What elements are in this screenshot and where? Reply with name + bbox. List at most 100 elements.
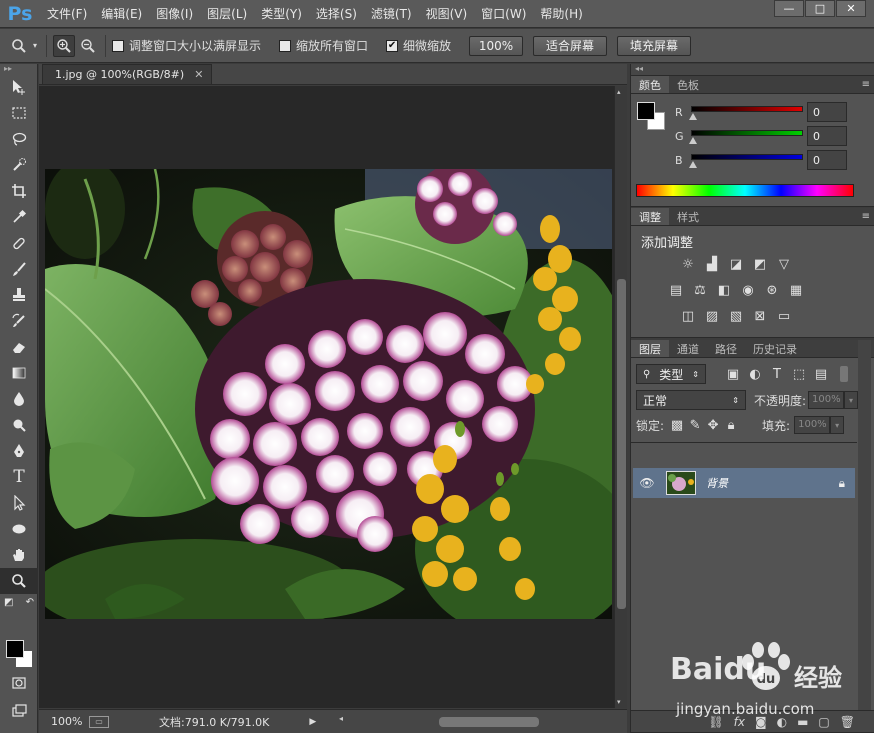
dock-grip-icon[interactable]: ◂◂ xyxy=(631,64,874,76)
filter-adjustment-icon[interactable]: ◐ xyxy=(746,365,764,383)
status-icon[interactable]: ▭ xyxy=(89,715,109,728)
minimize-icon[interactable]: — xyxy=(774,0,804,17)
filter-toggle[interactable] xyxy=(840,366,848,382)
fit-screen-button[interactable]: 适合屏幕 xyxy=(533,35,608,56)
crop-tool-icon[interactable] xyxy=(0,178,38,204)
photo-filter-icon[interactable]: ◉ xyxy=(739,281,757,299)
lock-position-icon[interactable]: ✥ xyxy=(704,416,722,434)
menu-view[interactable]: 视图(V) xyxy=(419,0,475,28)
resize-windows-checkbox[interactable]: 调整窗口大小以满屏显示 xyxy=(112,37,261,54)
scrollbar-thumb[interactable] xyxy=(439,717,539,727)
menu-window[interactable]: 窗口(W) xyxy=(474,0,533,28)
scroll-left-icon[interactable]: ◂ xyxy=(339,714,343,723)
tab-layers[interactable]: 图层 xyxy=(631,340,669,357)
levels-icon[interactable]: ▟ xyxy=(703,255,721,273)
eye-icon[interactable]: 👁︎ xyxy=(633,476,661,490)
type-tool-icon[interactable]: T xyxy=(0,464,38,490)
green-value-input[interactable]: 0 xyxy=(807,126,847,146)
hand-tool-icon[interactable] xyxy=(0,542,38,568)
status-menu-icon[interactable]: ▶ xyxy=(309,717,316,727)
path-selection-tool-icon[interactable] xyxy=(0,490,38,516)
layer-row-background[interactable]: 👁︎ 背景 🔒︎ xyxy=(633,468,855,498)
layer-filter-select[interactable]: ⚲ 类型 ⇕ xyxy=(636,364,706,384)
zoom-level[interactable]: 100% xyxy=(39,715,89,728)
ellipse-tool-icon[interactable] xyxy=(0,516,38,542)
marquee-tool-icon[interactable] xyxy=(0,100,38,126)
filter-smart-object-icon[interactable]: ▤ xyxy=(812,365,830,383)
menu-edit[interactable]: 编辑(E) xyxy=(94,0,149,28)
tab-styles[interactable]: 样式 xyxy=(669,208,707,225)
lock-transparent-icon[interactable]: ▩ xyxy=(668,416,686,434)
menu-select[interactable]: 选择(S) xyxy=(309,0,364,28)
swap-colors-icon[interactable]: ◩ ↶ xyxy=(0,594,38,610)
zoom-tool-icon[interactable] xyxy=(0,568,38,594)
blue-value-input[interactable]: 0 xyxy=(807,150,847,170)
vertical-scrollbar[interactable]: ▴ ▾ xyxy=(614,86,627,708)
threshold-icon[interactable]: ▧ xyxy=(727,307,745,325)
pen-tool-icon[interactable] xyxy=(0,438,38,464)
color-lookup-icon[interactable]: ▦ xyxy=(787,281,805,299)
swap-arrow-icon[interactable]: ↶ xyxy=(26,597,34,608)
filter-pixel-icon[interactable]: ▣ xyxy=(724,365,742,383)
chevron-down-icon[interactable]: ▾ xyxy=(844,391,859,409)
foreground-color-swatch[interactable] xyxy=(6,640,24,658)
blur-tool-icon[interactable] xyxy=(0,386,38,412)
brightness-contrast-icon[interactable]: ☼ xyxy=(679,255,697,273)
document-tab[interactable]: 1.jpg @ 100%(RGB/8#) ✕ xyxy=(42,64,213,84)
eyedropper-tool-icon[interactable] xyxy=(0,204,38,230)
vibrance-icon[interactable]: ▽ xyxy=(775,255,793,273)
curves-icon[interactable]: ◪ xyxy=(727,255,745,273)
menu-type[interactable]: 类型(Y) xyxy=(254,0,309,28)
channel-mixer-icon[interactable]: ⊛ xyxy=(763,281,781,299)
quick-mask-icon[interactable] xyxy=(0,670,38,696)
lasso-tool-icon[interactable] xyxy=(0,126,38,152)
panel-grip-icon[interactable]: ▸▸ xyxy=(0,64,37,74)
tab-adjustments[interactable]: 调整 xyxy=(631,208,669,225)
slider-track[interactable] xyxy=(691,154,803,160)
tab-color[interactable]: 颜色 xyxy=(631,76,669,93)
filter-type-icon[interactable]: T xyxy=(768,365,786,383)
tab-history[interactable]: 历史记录 xyxy=(745,340,805,357)
slider-knob[interactable] xyxy=(689,161,697,168)
checkbox-box[interactable] xyxy=(112,39,124,52)
lock-image-icon[interactable]: ✎ xyxy=(686,416,704,434)
opacity-input[interactable]: 100% xyxy=(808,391,845,409)
fill-input[interactable]: 100% xyxy=(794,416,831,434)
menu-file[interactable]: 文件(F) xyxy=(40,0,94,28)
black-white-icon[interactable]: ◧ xyxy=(715,281,733,299)
posterize-icon[interactable]: ▨ xyxy=(703,307,721,325)
menu-help[interactable]: 帮助(H) xyxy=(533,0,589,28)
dodge-tool-icon[interactable] xyxy=(0,412,38,438)
menu-image[interactable]: 图像(I) xyxy=(149,0,200,28)
clone-stamp-tool-icon[interactable] xyxy=(0,282,38,308)
slider-knob[interactable] xyxy=(689,113,697,120)
scrollbar-thumb[interactable] xyxy=(617,279,626,609)
slider-knob[interactable] xyxy=(689,137,697,144)
screen-mode-icon[interactable] xyxy=(0,698,38,724)
lock-all-icon[interactable]: 🔒︎ xyxy=(722,416,740,434)
maximize-icon[interactable]: □ xyxy=(805,0,835,17)
selective-color-icon[interactable]: ⊠ xyxy=(751,307,769,325)
gradient-tool-icon[interactable] xyxy=(0,360,38,386)
check-icon[interactable]: ✔ xyxy=(386,39,399,52)
flower-photo[interactable] xyxy=(45,169,612,619)
scroll-down-icon[interactable]: ▾ xyxy=(617,698,621,706)
layer-name[interactable]: 背景 xyxy=(706,475,728,491)
checkbox-box[interactable] xyxy=(279,39,292,52)
blue-slider[interactable]: B 0 xyxy=(675,150,874,172)
panel-menu-icon[interactable]: ≡ xyxy=(862,79,870,90)
color-spectrum-bar[interactable] xyxy=(636,184,854,197)
gradient-map-icon[interactable]: ▭ xyxy=(775,307,793,325)
blend-mode-select[interactable]: 正常 ⇕ xyxy=(636,390,746,410)
menu-layer[interactable]: 图层(L) xyxy=(200,0,254,28)
menu-filter[interactable]: 滤镜(T) xyxy=(364,0,419,28)
move-tool-icon[interactable] xyxy=(0,74,38,100)
filter-shape-icon[interactable]: ⬚ xyxy=(790,365,808,383)
tab-paths[interactable]: 路径 xyxy=(707,340,745,357)
chevron-down-icon[interactable]: ▾ xyxy=(830,416,845,434)
zoom-out-icon[interactable] xyxy=(77,35,99,57)
hue-saturation-icon[interactable]: ▤ xyxy=(667,281,685,299)
zoom-100-button[interactable]: 100% xyxy=(469,35,524,56)
panel-menu-icon[interactable]: ≡ xyxy=(862,211,870,222)
zoom-all-windows-checkbox[interactable]: 缩放所有窗口 xyxy=(279,37,368,54)
